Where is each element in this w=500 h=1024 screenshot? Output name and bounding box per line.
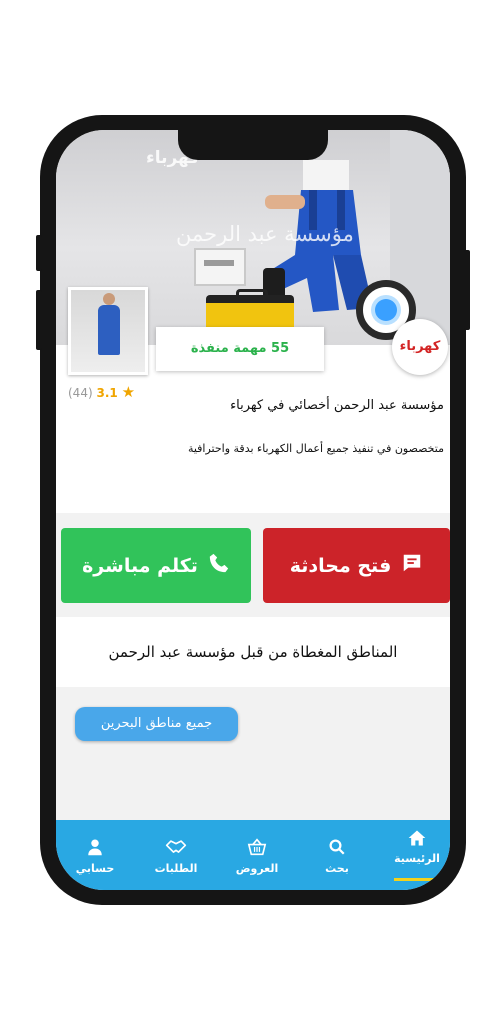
nav-label-home: الرئيسية [394,852,440,865]
call-now-label: تكلم مباشرة [82,554,198,577]
rating-value: 3.1 [96,386,118,400]
provider-headline: مؤسسة عبد الرحمن أخصائي في كهرباء [230,398,444,413]
basket-icon [222,838,292,862]
coverage-chip-list: جميع مناطق البحرين [56,687,450,820]
nav-label-offers: العروض [235,862,279,875]
nav-active-indicator [394,878,434,881]
phone-side-button [36,235,42,271]
nav-item-orders[interactable]: الطلبات [141,838,211,875]
coverage-title: المناطق المغطاة من قبل مؤسسة عبد الرحمن [56,617,450,687]
rating-count: (44) [68,386,93,400]
nav-item-home[interactable]: الرئيسية [382,828,450,865]
open-chat-label: فتح محادثة [289,554,392,577]
star-icon: ★ [121,383,136,401]
phone-side-button [464,250,470,330]
handshake-icon [141,838,211,862]
phone-notch [178,126,328,160]
nav-item-offers[interactable]: العروض [222,838,292,875]
search-icon [302,838,372,862]
rating: (44) 3.1 ★ [68,383,135,401]
thumbnail-head [103,293,115,305]
chat-icon [401,552,423,579]
call-now-button[interactable]: تكلم مباشرة [61,528,251,603]
coverage-chip[interactable]: جميع مناطق البحرين [75,707,238,741]
nav-label-account: حسابي [75,862,115,875]
provider-title: مؤسسة عبد الرحمن [176,222,354,246]
provider-description: متخصصون في تنفيذ جميع أعمال الكهرباء بدق… [187,442,444,455]
provider-thumbnail[interactable] [68,287,148,375]
nav-item-search[interactable]: بحث [302,838,372,875]
user-icon [60,838,130,862]
tasks-done-badge: 55 مهمة منفذة [156,327,324,371]
home-icon [382,828,450,852]
nav-item-account[interactable]: حسابي [60,838,130,875]
electric-panel-image [194,248,246,286]
nav-label-orders: الطلبات [154,862,198,875]
open-chat-button[interactable]: فتح محادثة [263,528,450,603]
phone-icon [208,552,230,579]
phone-side-button [36,290,42,350]
app-screen: كهرباء مؤسسة عبد الرحمن 55 مهمة منفذة كه… [56,130,450,890]
bottom-nav: الرئيسية بحث العروض الطلبات حسابي [56,820,450,890]
category-badge[interactable]: كهرباء [392,319,448,375]
thumbnail-figure [98,305,120,355]
nav-label-search: بحث [325,862,349,875]
